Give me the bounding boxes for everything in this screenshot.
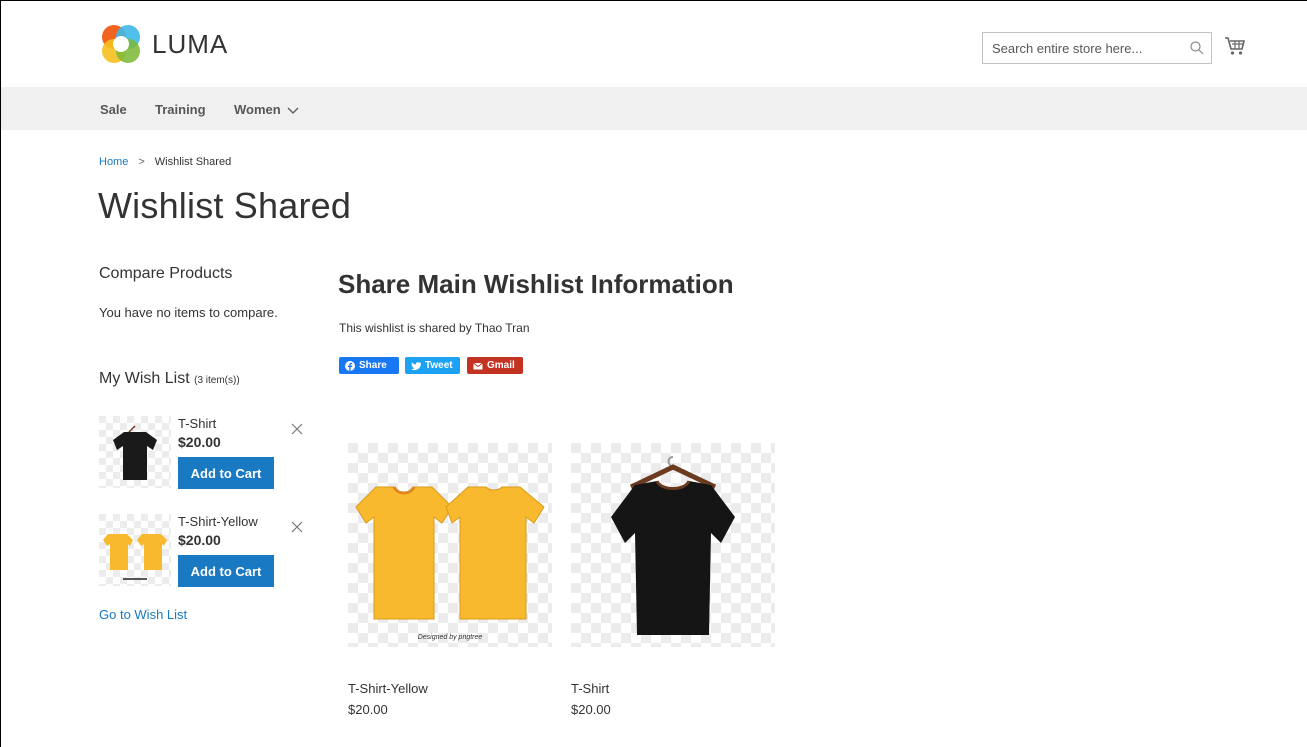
wishlist-item-price: $20.00: [178, 532, 221, 548]
wishlist-item-name[interactable]: T-Shirt-Yellow: [178, 514, 258, 529]
product-image[interactable]: Designed by pngtree: [348, 443, 552, 647]
wishlist-item: T-Shirt $20.00 Add to Cart: [99, 416, 309, 489]
close-icon[interactable]: [291, 521, 303, 533]
wishlist-title: My Wish List (3 item(s)): [99, 370, 240, 388]
facebook-share-label: Share: [359, 360, 387, 371]
gmail-share-label: Gmail: [487, 360, 515, 371]
watermark-text: Designed by pngtree: [418, 634, 483, 641]
breadcrumb-home-link[interactable]: Home: [99, 156, 128, 168]
product-thumbnail[interactable]: [99, 514, 171, 586]
nav-item-sale[interactable]: Sale: [100, 102, 127, 117]
facebook-share-button[interactable]: Share: [339, 357, 399, 374]
go-to-wishlist-link[interactable]: Go to Wish List: [99, 607, 187, 622]
product-name[interactable]: T-Shirt-Yellow: [348, 681, 428, 696]
twitter-icon: [411, 361, 421, 370]
nav-item-women-label: Women: [234, 102, 281, 117]
page-title: Wishlist Shared: [98, 185, 352, 226]
twitter-tweet-label: Tweet: [425, 360, 453, 371]
main-navigation: Sale Training Women: [1, 87, 1307, 130]
luma-logo-icon: [102, 25, 140, 63]
wishlist-count: (3 item(s)): [194, 375, 240, 386]
search-placeholder: Search entire store here...: [992, 40, 1143, 56]
shared-by-text: This wishlist is shared by Thao Tran: [339, 321, 530, 335]
product-price: $20.00: [348, 702, 388, 717]
product-name[interactable]: T-Shirt: [571, 681, 609, 696]
search-icon[interactable]: [1189, 40, 1205, 56]
search-input[interactable]: Search entire store here...: [982, 32, 1212, 64]
logo-text: LUMA: [152, 28, 229, 59]
nav-item-women[interactable]: Women: [234, 102, 299, 117]
chevron-down-icon: [287, 107, 299, 114]
breadcrumb-current: Wishlist Shared: [154, 156, 232, 168]
compare-products-title: Compare Products: [99, 265, 233, 282]
gmail-share-button[interactable]: Gmail: [467, 357, 523, 374]
add-to-cart-button[interactable]: Add to Cart: [178, 457, 274, 489]
wishlist-item-price: $20.00: [178, 434, 221, 450]
breadcrumb: Home > Wishlist Shared: [99, 156, 231, 168]
wishlist-item: T-Shirt-Yellow $20.00 Add to Cart: [99, 514, 309, 587]
compare-empty-text: You have no items to compare.: [99, 305, 278, 320]
wishlist-item-name[interactable]: T-Shirt: [178, 416, 216, 431]
product-thumbnail[interactable]: [99, 416, 171, 488]
wishlist-title-label: My Wish List: [99, 370, 190, 387]
store-logo[interactable]: LUMA: [100, 23, 250, 65]
nav-item-training[interactable]: Training: [155, 102, 206, 117]
cart-icon[interactable]: [1224, 36, 1246, 56]
section-title: Share Main Wishlist Information: [338, 269, 734, 299]
twitter-tweet-button[interactable]: Tweet: [405, 357, 460, 374]
product-image[interactable]: [571, 443, 775, 647]
close-icon[interactable]: [291, 423, 303, 435]
mail-icon: [473, 362, 483, 369]
product-price: $20.00: [571, 702, 611, 717]
breadcrumb-separator: >: [138, 156, 145, 168]
facebook-icon: [345, 360, 355, 371]
add-to-cart-button[interactable]: Add to Cart: [178, 555, 274, 587]
